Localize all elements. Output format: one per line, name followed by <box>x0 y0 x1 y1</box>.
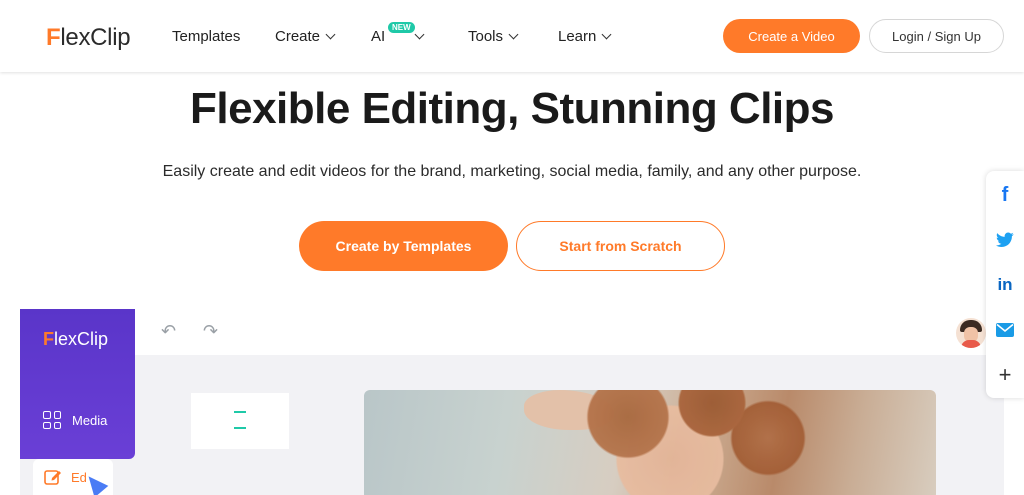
twitter-icon[interactable] <box>986 219 1024 261</box>
envelope-icon <box>996 323 1014 337</box>
nav-learn-label: Learn <box>558 28 597 45</box>
logo-text: lexClip <box>60 24 131 51</box>
video-subject <box>544 390 824 495</box>
chevron-down-icon <box>508 29 519 40</box>
text-template-thumbnail[interactable] <box>191 393 289 449</box>
facebook-icon[interactable]: f <box>986 174 1024 216</box>
nav-create[interactable]: Create <box>275 28 336 45</box>
grid-icon <box>43 411 61 429</box>
chevron-down-icon <box>414 29 425 40</box>
start-from-scratch-button[interactable]: Start from Scratch <box>516 221 725 271</box>
editor-toolbar <box>135 309 1004 355</box>
editor-logo: FlexClip <box>43 329 108 350</box>
twitter-bird-icon <box>996 232 1014 247</box>
nav-learn[interactable]: Learn <box>558 28 612 45</box>
top-navbar: FlexClip Templates Create AI NEW Tools L… <box>0 0 1024 72</box>
nav-tools-label: Tools <box>468 28 504 45</box>
nav-templates-label: Templates <box>172 28 241 45</box>
logo-letter: F <box>46 24 61 51</box>
editor-logo-text: lexClip <box>54 329 109 349</box>
editor-logo-letter: F <box>43 329 54 349</box>
thumbnail-line <box>234 411 246 413</box>
email-icon[interactable] <box>986 309 1024 351</box>
nav-create-label: Create <box>275 28 321 45</box>
avatar[interactable] <box>956 318 986 348</box>
login-signup-button[interactable]: Login / Sign Up <box>869 19 1004 53</box>
undo-icon[interactable]: ↶ <box>161 321 176 342</box>
new-badge: NEW <box>388 22 415 33</box>
edit-icon <box>44 470 61 485</box>
editor-preview: ↶ ↷ FlexClip Media Ed <box>20 309 1004 495</box>
hero-subtitle: Easily create and edit videos for the br… <box>162 163 862 180</box>
thumbnail-line <box>234 427 246 429</box>
linkedin-icon[interactable]: in <box>986 264 1024 306</box>
nav-tools[interactable]: Tools <box>468 28 519 45</box>
video-preview[interactable] <box>364 390 936 495</box>
flexclip-logo[interactable]: FlexClip <box>46 24 131 52</box>
sidebar-item-media[interactable]: Media <box>43 411 107 429</box>
chevron-down-icon <box>601 29 612 40</box>
avatar-body <box>961 340 981 348</box>
hero-title: Flexible Editing, Stunning Clips <box>190 84 835 133</box>
social-share-bar: f in + <box>986 171 1024 398</box>
nav-ai-label: AI <box>371 28 386 45</box>
nav-templates[interactable]: Templates <box>172 28 240 45</box>
redo-icon[interactable]: ↷ <box>203 321 218 342</box>
sidebar-item-media-label: Media <box>72 412 108 428</box>
plus-icon[interactable]: + <box>986 354 1024 396</box>
create-a-video-button[interactable]: Create a Video <box>723 19 860 53</box>
create-by-templates-button[interactable]: Create by Templates <box>299 221 508 271</box>
chevron-down-icon <box>325 29 336 40</box>
editor-sidebar: FlexClip Media <box>20 309 135 459</box>
